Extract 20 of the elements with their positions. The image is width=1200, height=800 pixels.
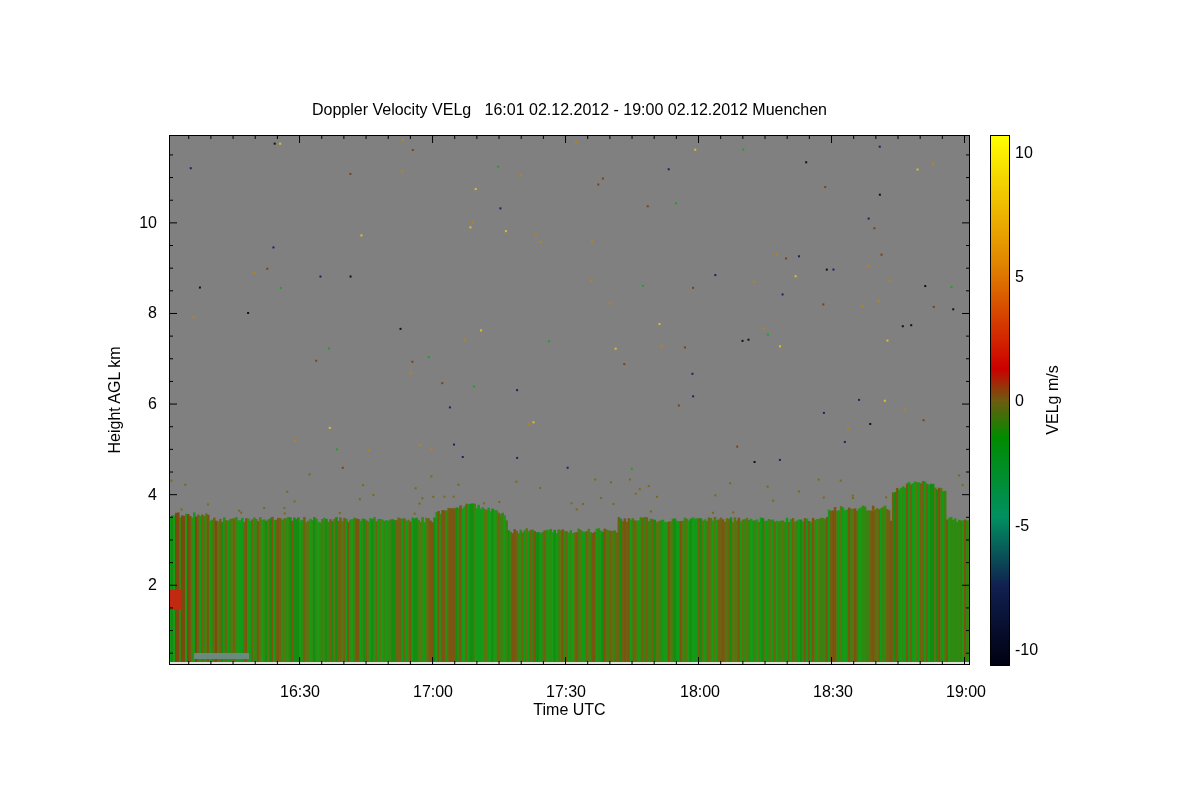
- chart-title: Doppler Velocity VELg 16:01 02.12.2012 - 19:00 02.12.2012 Muenchen: [310, 100, 828, 120]
- x-tick-label: 18:30: [813, 682, 853, 702]
- colorbar-tick-label: -5: [1015, 516, 1030, 536]
- colorbar-tick-label: 0: [1015, 391, 1024, 411]
- x-tick-label: 17:30: [546, 682, 586, 702]
- y-tick-label: 4: [148, 485, 157, 505]
- y-tick-label: 8: [148, 303, 157, 323]
- colorbar-tick-label: 10: [1015, 143, 1033, 163]
- x-tick-label: 16:30: [280, 682, 320, 702]
- x-tick-label: 17:00: [413, 682, 453, 702]
- x-tick-label: 19:00: [946, 682, 986, 702]
- x-axis-label: Time UTC: [532, 700, 607, 720]
- y-axis-label: Height AGL km: [105, 346, 124, 454]
- colorbar-tick-label: -10: [1015, 640, 1039, 660]
- y-tick-label: 10: [139, 213, 157, 233]
- x-tick-label: 18:00: [680, 682, 720, 702]
- colorbar-tick-label: 5: [1015, 267, 1024, 287]
- y-tick-label: 6: [148, 394, 157, 414]
- y-tick-label: 2: [148, 575, 157, 595]
- colorbar-label: VELg m/s: [1043, 365, 1062, 435]
